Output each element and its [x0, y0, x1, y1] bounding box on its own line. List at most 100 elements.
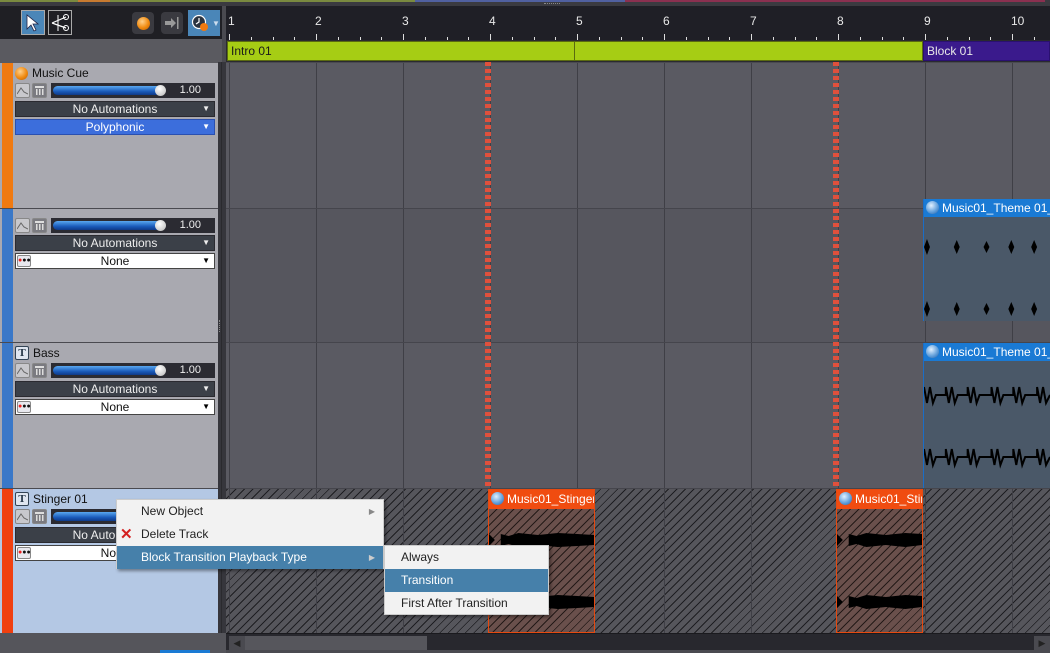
bar-gridline [577, 343, 578, 488]
slider-knob[interactable] [155, 85, 166, 96]
pointer-tool[interactable] [21, 10, 45, 35]
bar-gridline [229, 343, 230, 488]
context-menu: New Object ▶ ✕ Delete Track Block Transiti… [116, 499, 384, 569]
clip-label: Music01_Theme 01_Synth [942, 201, 1050, 215]
timeline-ruler[interactable]: 1 2 3 4 5 6 7 8 9 10 [226, 6, 1050, 40]
lane-music-cue[interactable] [226, 63, 1050, 208]
block-01[interactable]: Block 01 [923, 41, 1050, 61]
mode-value: None [100, 254, 130, 268]
next-button[interactable] [161, 12, 183, 34]
track-name: Stinger 01 [33, 492, 88, 506]
envelope-button[interactable] [15, 83, 30, 98]
dots-icon: ●●● [17, 255, 31, 267]
orange-ball-icon [15, 66, 28, 80]
clip-bass[interactable]: Music01_Theme 01_Bass [923, 343, 1050, 488]
envelope-icon [17, 87, 28, 95]
automation-value: No Automations [72, 102, 158, 116]
ruler-bar-number: 8 [837, 14, 844, 28]
clock-dropdown-button[interactable]: ▼ [188, 10, 220, 36]
automation-dropdown[interactable]: No Automations ▼ [15, 101, 215, 117]
block-intro-01[interactable]: Intro 01 [227, 41, 923, 61]
mode-value: Polyphonic [85, 120, 145, 134]
playback-mode-dropdown[interactable]: ●●● None ▼ [15, 399, 215, 415]
volume-slider[interactable]: 1.00 [51, 363, 215, 378]
automation-dropdown[interactable]: No Automations ▼ [15, 381, 215, 397]
transition-marker[interactable] [485, 62, 491, 488]
bar-gridline [664, 489, 665, 633]
scrollbar-thumb[interactable] [245, 636, 427, 650]
bar-gridline [316, 63, 317, 208]
envelope-button[interactable] [15, 363, 30, 378]
scroll-left-button[interactable]: ◀ [229, 636, 245, 650]
bar-gridline [577, 209, 578, 342]
mute-button[interactable] [32, 83, 47, 98]
menu-item-label: Transition [401, 573, 454, 587]
track-header-bass[interactable]: T Bass 1.00 No Automations ▼ ●●● None ▼ [0, 343, 218, 488]
playback-mode-dropdown[interactable]: Polyphonic ▼ [15, 119, 215, 135]
menu-item-label: Delete Track [141, 527, 209, 541]
scissors-icon [51, 13, 69, 31]
bar-gridline [664, 343, 665, 488]
playback-mode-dropdown[interactable]: ●●● None ▼ [15, 253, 215, 269]
bar-gridline [577, 63, 578, 208]
track-color-bar [2, 343, 13, 488]
envelope-button[interactable] [15, 509, 30, 524]
horizontal-scrollbar[interactable]: ◀ ▶ [226, 633, 1050, 650]
waveform [924, 239, 1050, 255]
scroll-right-button[interactable]: ▶ [1034, 636, 1050, 650]
menu-item-new-object[interactable]: New Object ▶ [117, 500, 383, 523]
waveform [924, 301, 1050, 317]
toolbar: ▼ [0, 6, 222, 39]
automation-value: No Automations [72, 236, 158, 250]
volume-value: 1.00 [179, 219, 201, 231]
waveform [837, 595, 922, 609]
menu-item-always[interactable]: Always [385, 546, 548, 569]
chevron-down-icon: ▼ [202, 238, 210, 247]
block-label: Block 01 [927, 44, 974, 58]
transition-marker[interactable] [833, 62, 839, 488]
automation-value: No Automations [72, 382, 158, 396]
volume-slider[interactable]: 1.00 [51, 218, 215, 233]
envelope-button[interactable] [15, 218, 30, 233]
clock-icon [191, 14, 208, 31]
mute-button[interactable] [32, 509, 47, 524]
automation-dropdown[interactable]: No Automations ▼ [15, 235, 215, 251]
record-button[interactable] [132, 12, 154, 34]
track-name: Music Cue [32, 66, 89, 80]
slider-knob[interactable] [155, 220, 166, 231]
menu-item-delete-track[interactable]: ✕ Delete Track [117, 523, 383, 546]
triangle-left-icon: ◀ [233, 638, 241, 648]
track-header-music-cue[interactable]: Music Cue 1.00 No Automations ▼ Polyphoni… [0, 63, 218, 208]
ruler-bar-number: 3 [402, 14, 409, 28]
clip-stinger-2[interactable]: Music01_Stinger [836, 489, 923, 633]
menu-item-first-after-transition[interactable]: First After Transition [385, 592, 548, 615]
arrow-pointer-icon [26, 13, 40, 32]
submenu: Always Transition First After Transition [384, 545, 549, 615]
bar-gridline [664, 63, 665, 208]
chevron-down-icon: ▼ [202, 256, 210, 265]
envelope-icon [17, 367, 28, 375]
app-window: ▼ 1 2 3 4 5 6 7 8 9 10 Intro 01 Block 01 Music Cu… [0, 0, 1050, 653]
mute-icon [35, 366, 44, 375]
menu-item-block-transition-playback-type[interactable]: Block Transition Playback Type ▶ [117, 546, 383, 569]
menu-item-transition[interactable]: Transition [385, 569, 548, 592]
volume-slider[interactable]: 1.00 [51, 83, 215, 98]
slider-knob[interactable] [155, 365, 166, 376]
mute-button[interactable] [32, 218, 47, 233]
x-icon: ✕ [120, 526, 133, 543]
track-header-synth[interactable]: 1.00 No Automations ▼ ●●● None ▼ [0, 209, 218, 342]
bar-gridline [316, 209, 317, 342]
bar-gridline [751, 63, 752, 208]
bar-gridline [1012, 489, 1013, 633]
scissors-tool[interactable] [48, 10, 72, 35]
arrow-to-bar-icon [165, 17, 179, 29]
waveform [924, 448, 1050, 469]
mute-icon [35, 86, 44, 95]
submenu-arrow-icon: ▶ [368, 553, 375, 562]
text-track-icon: T [15, 492, 29, 506]
bar-gridline [316, 343, 317, 488]
chevron-down-icon: ▼ [212, 18, 220, 28]
ruler-bar-number: 1 [228, 14, 235, 28]
clip-synth[interactable]: Music01_Theme 01_Synth [923, 199, 1050, 321]
mute-button[interactable] [32, 363, 47, 378]
